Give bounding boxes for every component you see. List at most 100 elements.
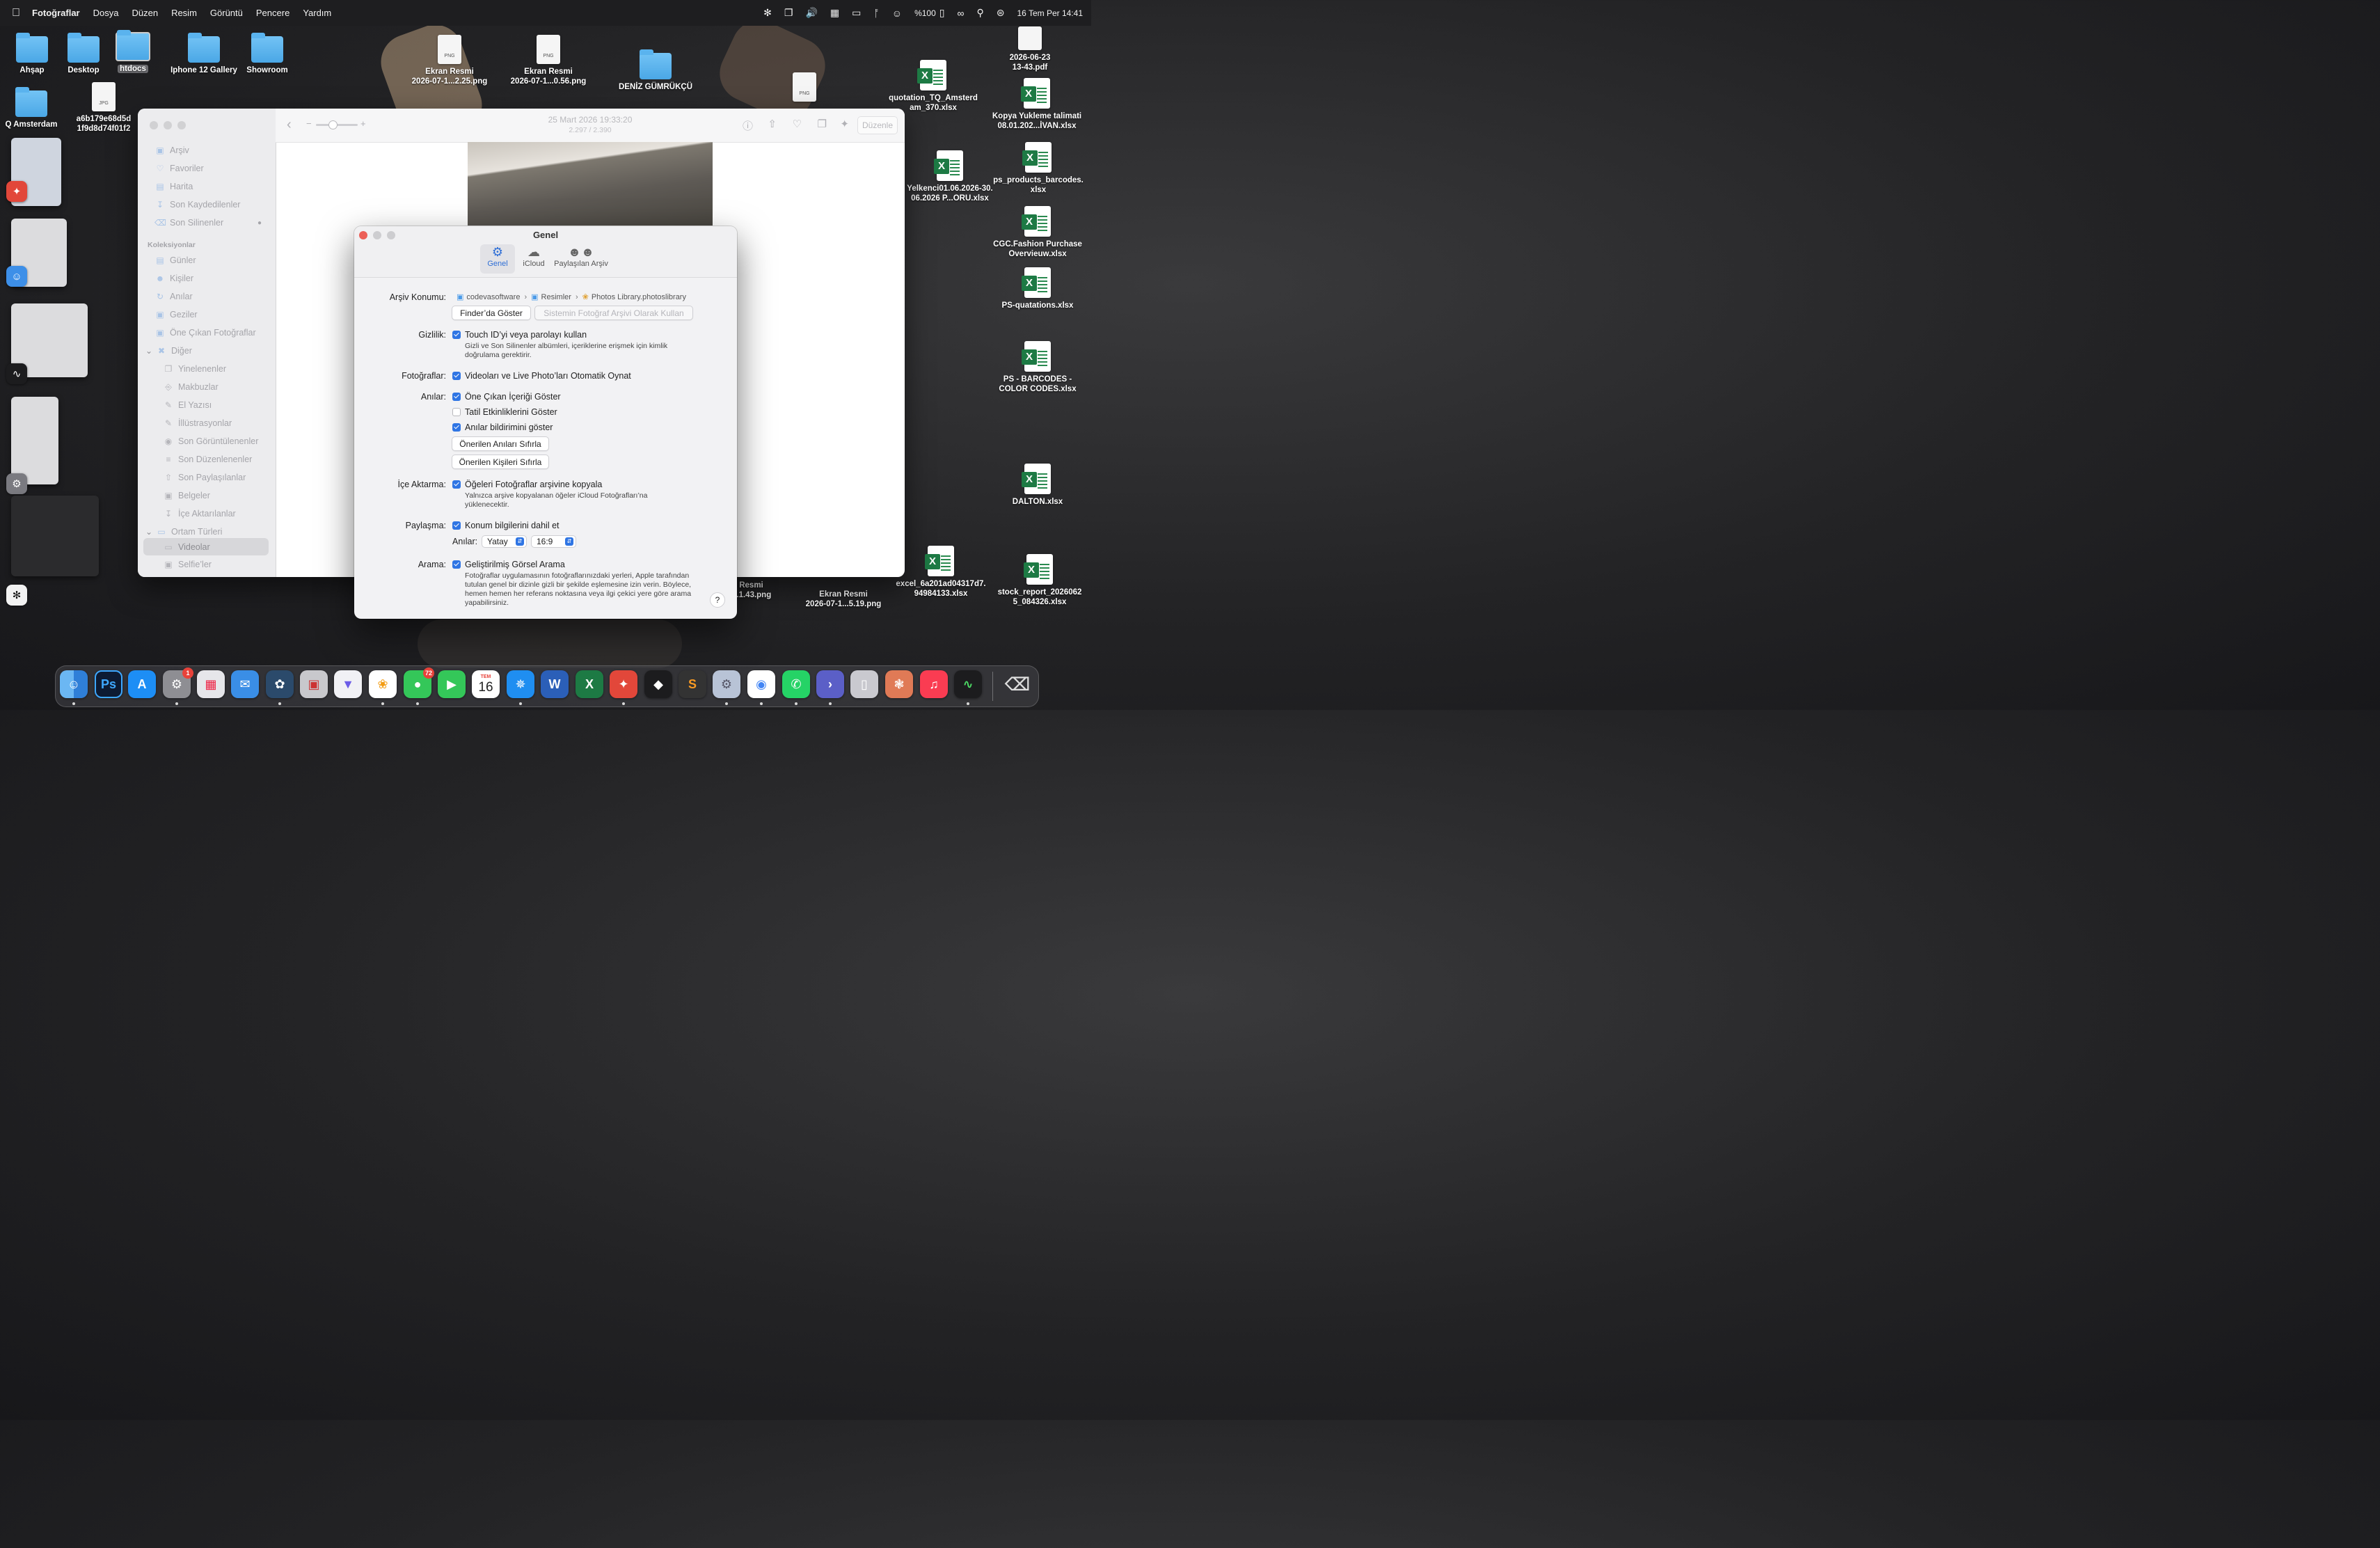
sidebar-item-handwriting[interactable]: ✎ El Yazısı bbox=[143, 397, 269, 413]
reset-suggested-memories-button[interactable]: Önerilen Anıları Sıfırla bbox=[452, 436, 549, 451]
info-icon[interactable]: ⓘ bbox=[743, 118, 753, 133]
dock-finder[interactable]: ☺ bbox=[60, 670, 88, 698]
sidebar-item-duplicates[interactable]: ❐ Yinelenenler bbox=[143, 361, 269, 377]
stage-window-thumb[interactable] bbox=[11, 496, 99, 576]
desktop-folder-htdocs[interactable]: htdocs bbox=[111, 30, 154, 74]
magic-wand-icon[interactable]: ✦ bbox=[840, 118, 849, 130]
checkbox-checked[interactable] bbox=[452, 372, 461, 380]
dock-photos[interactable]: ❀ bbox=[369, 670, 397, 698]
checkbox-checked[interactable] bbox=[452, 331, 461, 339]
desktop-file-jpg[interactable]: JPG a6b179e68d5d 1f9d8d74f01f2 bbox=[74, 82, 134, 134]
memories-notification-checkbox[interactable]: Anılar bildirimini göster bbox=[452, 422, 553, 432]
dock-word[interactable]: W bbox=[541, 670, 569, 698]
photo-view[interactable] bbox=[468, 142, 713, 226]
menu-edit[interactable]: Düzen bbox=[132, 8, 158, 18]
windows-status-icon[interactable]: ❐ bbox=[784, 7, 793, 19]
desktop-xlsx-8[interactable]: excel_6a201ad04317d7. 94984133.xlsx bbox=[891, 546, 991, 599]
desktop-file-pdf[interactable]: 2026-06-23 13-43.pdf bbox=[995, 26, 1065, 72]
chatgpt-status-icon[interactable]: ✻ bbox=[763, 7, 772, 19]
enhanced-visual-search-checkbox[interactable]: Geliştirilmiş Görsel Arama bbox=[452, 560, 565, 569]
menu-window[interactable]: Pencere bbox=[256, 8, 289, 18]
finder-icon[interactable]: ☺ bbox=[6, 266, 27, 287]
dock-app-store[interactable]: A bbox=[128, 670, 156, 698]
menu-view[interactable]: Görüntü bbox=[210, 8, 243, 18]
sidebar-item-illustrations[interactable]: ✎ İllüstrasyonlar bbox=[143, 415, 269, 432]
checkbox-checked[interactable] bbox=[452, 560, 461, 569]
stage-window-thumb[interactable] bbox=[11, 397, 58, 484]
control-center-icon[interactable]: ⊜ bbox=[997, 7, 1005, 19]
link-icon[interactable]: ∞ bbox=[958, 8, 965, 19]
desktop-file-screenshot-2[interactable]: PNG Ekran Resmi 2026-07-1...0.56.png bbox=[500, 35, 597, 86]
search-icon[interactable]: ⚲ bbox=[976, 7, 983, 19]
desktop-folder-showroom[interactable]: Showroom bbox=[239, 33, 295, 75]
desktop-folder-ahsap[interactable]: Ahşap bbox=[7, 33, 57, 75]
dock-facetime[interactable]: ▶ bbox=[438, 670, 466, 698]
minimize-button[interactable] bbox=[164, 121, 172, 129]
dock-sublime-text[interactable]: S bbox=[679, 670, 706, 698]
sidebar-item-favorites[interactable]: ♡ Favoriler bbox=[143, 160, 269, 177]
desktop-file-screenshot-4[interactable]: Ekran Resmi 2026-07-1...5.19.png bbox=[795, 590, 892, 609]
sidebar-item-recently-edited[interactable]: ≡ Son Düzenlenenler bbox=[143, 451, 269, 468]
sidebar-item-recently-viewed[interactable]: ◉ Son Görüntülenenler bbox=[143, 433, 269, 450]
dock-anydesk[interactable]: ✦ bbox=[610, 670, 637, 698]
sidebar-item-trips[interactable]: ▣ Geziler bbox=[143, 306, 269, 323]
chatgpt-icon[interactable]: ✻ bbox=[6, 585, 27, 606]
edit-button[interactable]: Düzenle bbox=[857, 116, 898, 134]
share-icon[interactable]: ⇧ bbox=[768, 118, 777, 130]
user-icon[interactable]: ☺ bbox=[892, 8, 902, 19]
activity-monitor-icon[interactable]: ∿ bbox=[6, 363, 27, 384]
dock-trash[interactable]: ⌫ bbox=[1003, 670, 1031, 698]
dock-mail[interactable]: ✉ bbox=[231, 670, 259, 698]
checkbox-checked[interactable] bbox=[452, 480, 461, 489]
dock-whatsapp[interactable]: ✆ bbox=[782, 670, 810, 698]
menubar-clock[interactable]: 16 Tem Per 14:41 bbox=[1017, 8, 1083, 18]
desktop-file-screenshot-3[interactable]: n Resmi ...1.43.png bbox=[732, 580, 785, 600]
archive-path[interactable]: ▣ codevasoftware › ▣ Resimler › ❀ Photos Li… bbox=[457, 292, 686, 302]
dock-terminal-chat[interactable]: › bbox=[816, 670, 844, 698]
include-location-checkbox[interactable]: Konum bilgilerini dahil et bbox=[452, 521, 560, 530]
sidebar-item-receipts[interactable]: ⎆ Makbuzlar bbox=[143, 379, 269, 395]
zoom-button[interactable] bbox=[177, 121, 186, 129]
dock-iphone-mirroring[interactable]: ▯ bbox=[850, 670, 878, 698]
desktop-file-screenshot-1[interactable]: PNG Ekran Resmi 2026-07-1...2.25.png bbox=[401, 35, 498, 86]
tab-shared-library[interactable]: ☻☻ Paylaşılan Arşiv bbox=[552, 244, 610, 274]
desktop-xlsx-1[interactable]: Kopya Yukleme talimati 08.01.202...İVAN.… bbox=[985, 78, 1088, 131]
desktop-xlsx-2[interactable]: Yelkenci01.06.2026-30. 06.2026 P...ORU.x… bbox=[901, 150, 999, 203]
help-button[interactable]: ? bbox=[710, 592, 725, 608]
memory-icon[interactable]: ▦ bbox=[830, 7, 839, 19]
desktop-xlsx-5[interactable]: PS-quatations.xlsx bbox=[988, 267, 1087, 310]
reset-suggested-people-button[interactable]: Önerilen Kişileri Sıfırla bbox=[452, 455, 549, 469]
bluetooth-icon[interactable]: ᚩ bbox=[873, 8, 879, 19]
desktop-xlsx-9[interactable]: stock_report_2026062 5_084326.xlsx bbox=[990, 554, 1090, 607]
dock-calendar[interactable]: TEM 16 bbox=[472, 670, 500, 698]
sidebar-item-memories[interactable]: ↻ Anılar bbox=[143, 288, 269, 305]
sidebar-item-documents[interactable]: ▣ Belgeler bbox=[143, 487, 269, 504]
close-button[interactable] bbox=[150, 121, 158, 129]
holiday-events-checkbox[interactable]: Tatil Etkinliklerini Göster bbox=[452, 407, 557, 417]
menu-file[interactable]: Dosya bbox=[93, 8, 119, 18]
desktop-xlsx-7[interactable]: DALTON.xlsx bbox=[988, 464, 1087, 507]
dock-activity-monitor[interactable]: ∿ bbox=[954, 670, 982, 698]
dock-settings-gear[interactable]: ⚙ bbox=[713, 670, 740, 698]
battery-icon[interactable]: ▯ bbox=[939, 7, 945, 19]
sidebar-item-people[interactable]: ☻ Kişiler bbox=[143, 270, 269, 287]
menu-help[interactable]: Yardım bbox=[303, 8, 331, 18]
menu-image[interactable]: Resim bbox=[171, 8, 197, 18]
system-settings-icon[interactable]: ⚙ bbox=[6, 473, 27, 494]
checkbox-unchecked[interactable] bbox=[452, 408, 461, 416]
display-icon[interactable]: ▭ bbox=[852, 7, 861, 19]
dock-claude[interactable]: ❃ bbox=[885, 670, 913, 698]
desktop-folder-iphone-gallery[interactable]: Iphone 12 Gallery bbox=[163, 33, 245, 75]
dock-system-settings[interactable]: ⚙ 1 bbox=[163, 668, 193, 698]
rotate-icon[interactable]: ❐ bbox=[818, 118, 827, 130]
dock-cube-app[interactable]: ◆ bbox=[644, 670, 672, 698]
tab-general[interactable]: ⚙ Genel bbox=[480, 244, 515, 274]
desktop-folder-amsterdam[interactable]: Q Amsterdam bbox=[0, 87, 63, 129]
menu-app-name[interactable]: Fotoğraflar bbox=[32, 8, 80, 18]
dock-mysql-workbench[interactable]: ✿ bbox=[266, 670, 294, 698]
desktop-xlsx-3[interactable]: ps_products_barcodes. xlsx bbox=[990, 142, 1087, 195]
anydesk-icon[interactable]: ✦ bbox=[6, 181, 27, 202]
use-as-system-library-button[interactable]: Sistemin Fotoğraf Arşivi Olarak Kullan bbox=[534, 306, 693, 320]
privacy-touchid-checkbox[interactable]: Touch ID’yi veya parolayı kullan bbox=[452, 330, 587, 340]
dock-preview[interactable]: ▣ bbox=[300, 670, 328, 698]
